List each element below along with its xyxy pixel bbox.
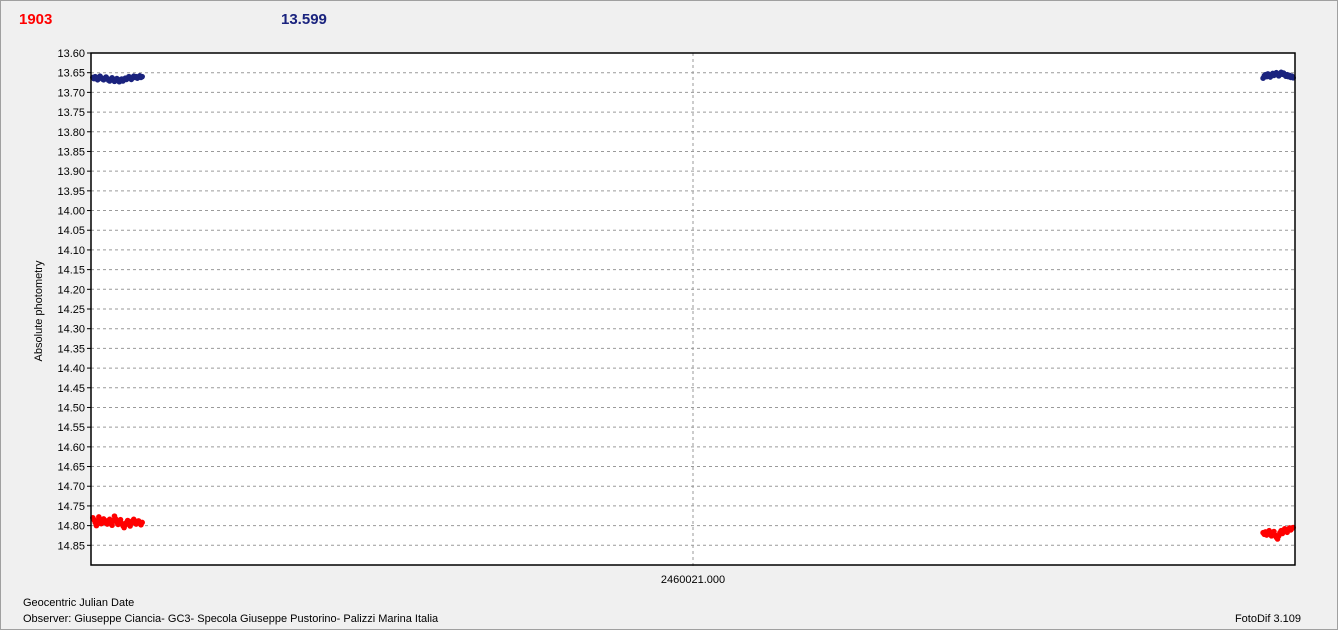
chart-window: 1903 13.599 13.60 13.65 13.70 13.75 13.80 13.…: [0, 0, 1338, 630]
y-tick-label: 14.70: [57, 481, 85, 493]
y-tick-label: 14.65: [57, 462, 85, 474]
y-tick-label: 13.65: [57, 68, 85, 80]
x-tick-label: 2460021.000: [661, 574, 725, 586]
y-tick-label: 13.90: [57, 166, 85, 178]
y-tick-label: 14.20: [57, 284, 85, 296]
y-tick-label: 13.95: [57, 186, 85, 198]
y-tick-label: 14.35: [57, 343, 85, 355]
y-tick-label: 14.00: [57, 206, 85, 218]
y-tick-label: 14.85: [57, 540, 85, 552]
y-tick-label: 14.75: [57, 501, 85, 513]
y-tick-label: 13.85: [57, 146, 85, 158]
y-tick-label: 14.50: [57, 402, 85, 414]
y-tick-label: 14.40: [57, 363, 85, 375]
y-tick-label: 14.45: [57, 383, 85, 395]
y-tick-label: 13.75: [57, 107, 85, 119]
target-star-point: [109, 522, 115, 529]
y-tick-label: 13.70: [57, 87, 85, 99]
target-star-point: [139, 519, 145, 526]
x-axis-ticks: 2460021.000: [661, 574, 725, 586]
software-version: FotoDif 3.109: [1234, 613, 1301, 625]
y-tick-label: 14.80: [57, 521, 85, 533]
observer-credit: Observer: Giuseppe Ciancia- GC3- Specola…: [23, 613, 439, 625]
y-tick-label: 13.80: [57, 127, 85, 139]
y-axis-label: Absolute photometry: [33, 260, 45, 362]
y-tick-label: 14.30: [57, 324, 85, 336]
y-tick-label: 14.25: [57, 304, 85, 316]
y-axis-ticks: 13.60 13.65 13.70 13.75 13.80 13.85 13.90 13.95…: [57, 48, 91, 552]
y-tick-label: 14.10: [57, 245, 85, 257]
light-curve-plot: 13.60 13.65 13.70 13.75 13.80 13.85 13.90 13.95…: [57, 48, 1296, 586]
y-tick-label: 13.60: [57, 48, 85, 60]
target-star-point: [93, 522, 100, 529]
y-tick-label: 14.55: [57, 422, 85, 434]
y-tick-label: 14.15: [57, 265, 85, 277]
y-tick-label: 14.60: [57, 442, 85, 454]
x-axis-label: Geocentric Julian Date: [23, 597, 135, 609]
comparison-star-point: [139, 73, 145, 80]
y-tick-label: 14.05: [57, 225, 85, 237]
